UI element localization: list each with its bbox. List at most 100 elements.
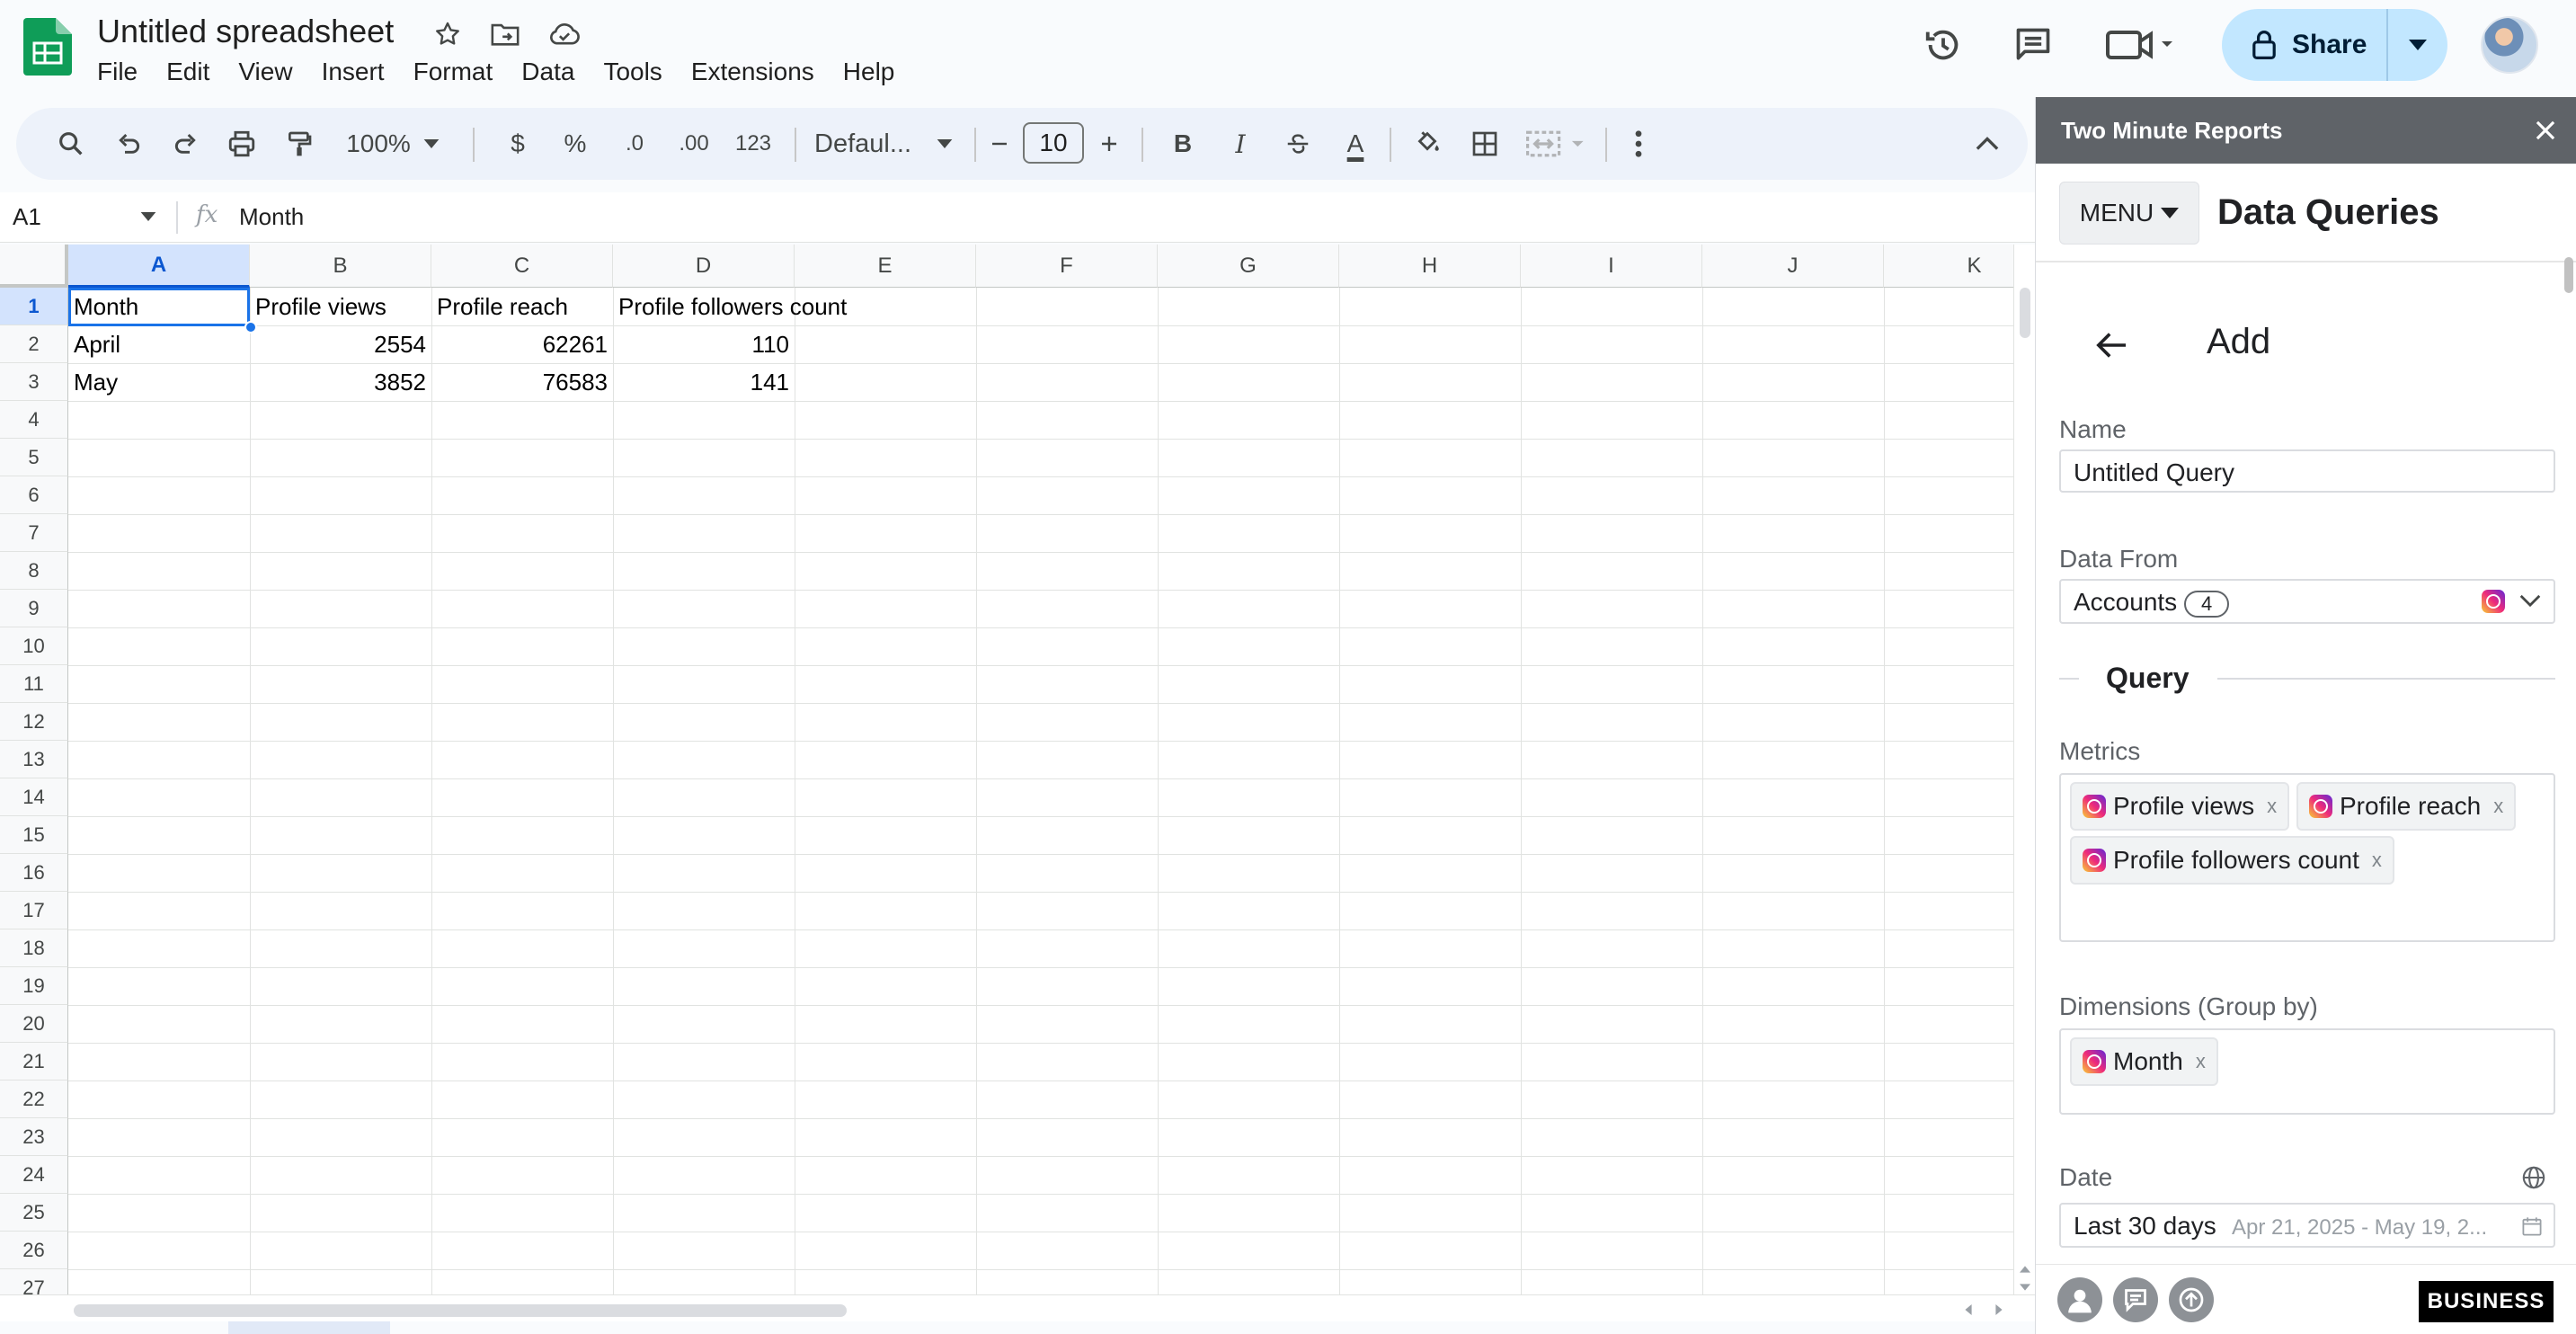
metric-chip[interactable]: Profile reach x <box>2296 782 2517 831</box>
menu-insert[interactable]: Insert <box>307 54 399 90</box>
name-box[interactable]: A1 <box>13 203 41 231</box>
row-header-15[interactable]: 15 <box>0 816 68 854</box>
formula-input[interactable]: Month <box>239 203 304 231</box>
menu-file[interactable]: File <box>83 54 152 90</box>
row-header-17[interactable]: 17 <box>0 892 68 929</box>
row-header-25[interactable]: 25 <box>0 1194 68 1232</box>
chip-remove-button[interactable]: x <box>2196 1050 2206 1073</box>
history-icon[interactable] <box>1916 18 1970 72</box>
horizontal-scrollbar[interactable] <box>0 1294 2035 1321</box>
chip-remove-button[interactable]: x <box>2493 795 2503 818</box>
menu-view[interactable]: View <box>224 54 306 90</box>
sheet-tab[interactable] <box>228 1321 390 1334</box>
row-header-24[interactable]: 24 <box>0 1156 68 1194</box>
close-icon[interactable] <box>2530 115 2561 146</box>
row-header-11[interactable]: 11 <box>0 665 68 703</box>
vertical-scroll-thumb[interactable] <box>2020 288 2030 338</box>
row-header-12[interactable]: 12 <box>0 703 68 741</box>
row-header-14[interactable]: 14 <box>0 778 68 816</box>
cell-d1[interactable]: Profile followers count <box>613 288 976 325</box>
cell-c3[interactable]: 76583 <box>431 363 613 401</box>
meet-icon[interactable] <box>2101 18 2182 72</box>
column-header-c[interactable]: C <box>431 245 613 288</box>
row-header-1[interactable]: 1 <box>0 288 68 325</box>
menu-edit[interactable]: Edit <box>152 54 224 90</box>
user-avatar[interactable] <box>2481 16 2538 74</box>
dimension-chip[interactable]: Month x <box>2070 1037 2218 1086</box>
account-icon[interactable] <box>2057 1277 2102 1322</box>
menu-format[interactable]: Format <box>399 54 508 90</box>
column-header-e[interactable]: E <box>795 245 976 288</box>
scroll-down-icon[interactable] <box>2020 1284 2030 1291</box>
spreadsheet-grid[interactable]: ABCDEFGHIJK 1 2 3 4 5 6 7 8 9 10 11 12 13 14 15 16 17 18 1… <box>0 245 2013 1305</box>
font-size-input[interactable]: 10 <box>1023 122 1084 164</box>
data-from-select[interactable]: Accounts 4 <box>2059 579 2555 624</box>
chip-remove-button[interactable]: x <box>2372 849 2382 872</box>
cell-d2[interactable]: 110 <box>613 325 795 363</box>
chip-remove-button[interactable]: x <box>2267 795 2277 818</box>
metric-chip[interactable]: Profile followers count x <box>2070 836 2394 885</box>
row-header-5[interactable]: 5 <box>0 439 68 476</box>
redo-icon[interactable] <box>164 108 209 180</box>
row-header-2[interactable]: 2 <box>0 325 68 363</box>
upgrade-icon[interactable] <box>2169 1277 2214 1322</box>
row-header-8[interactable]: 8 <box>0 552 68 590</box>
collapse-icon[interactable] <box>1965 108 2010 180</box>
back-arrow-icon[interactable] <box>2095 331 2127 360</box>
column-header-k[interactable]: K <box>1884 245 2013 288</box>
italic-button[interactable]: I <box>1215 108 1266 180</box>
column-header-h[interactable]: H <box>1339 245 1521 288</box>
increase-font-size-icon[interactable] <box>1091 108 1127 180</box>
menu-help[interactable]: Help <box>829 54 910 90</box>
percent-format-button[interactable]: % <box>550 108 600 180</box>
menu-tools[interactable]: Tools <box>589 54 676 90</box>
row-header-21[interactable]: 21 <box>0 1043 68 1081</box>
column-header-b[interactable]: B <box>250 245 431 288</box>
row-header-26[interactable]: 26 <box>0 1232 68 1269</box>
cell-b2[interactable]: 2554 <box>250 325 431 363</box>
row-header-6[interactable]: 6 <box>0 476 68 514</box>
cell-b1[interactable]: Profile views <box>250 288 431 325</box>
document-title[interactable]: Untitled spreadsheet <box>97 13 394 50</box>
font-family-select[interactable]: Defaul... <box>798 108 969 180</box>
zoom-select[interactable]: 100% <box>334 108 451 180</box>
undo-icon[interactable] <box>106 108 151 180</box>
fill-handle[interactable] <box>244 321 257 334</box>
fill-color-icon[interactable] <box>1400 108 1454 180</box>
share-dropdown-button[interactable] <box>2386 9 2447 81</box>
scroll-left-icon[interactable] <box>1965 1304 1972 1315</box>
row-header-18[interactable]: 18 <box>0 929 68 967</box>
strikethrough-icon[interactable] <box>1273 108 1323 180</box>
currency-format-button[interactable]: $ <box>493 108 543 180</box>
select-all-corner[interactable] <box>0 245 68 288</box>
vertical-scrollbar[interactable] <box>2013 245 2035 1305</box>
row-header-7[interactable]: 7 <box>0 514 68 552</box>
merge-icon[interactable] <box>1517 108 1598 180</box>
column-header-f[interactable]: F <box>976 245 1158 288</box>
column-header-i[interactable]: I <box>1521 245 1702 288</box>
cell-a3[interactable]: May <box>68 363 250 401</box>
decrease-font-size-icon[interactable] <box>982 108 1017 180</box>
column-header-j[interactable]: J <box>1702 245 1884 288</box>
row-header-4[interactable]: 4 <box>0 401 68 439</box>
comments-icon[interactable] <box>2006 18 2060 72</box>
row-header-23[interactable]: 23 <box>0 1118 68 1156</box>
search-icon[interactable] <box>49 108 93 180</box>
row-header-19[interactable]: 19 <box>0 967 68 1005</box>
scroll-up-icon[interactable] <box>2020 1266 2030 1273</box>
date-range-input[interactable]: Last 30 days Apr 21, 2025 - May 19, 2... <box>2059 1203 2555 1248</box>
column-header-a[interactable]: A <box>68 245 250 288</box>
globe-icon[interactable] <box>2521 1165 2546 1190</box>
borders-icon[interactable] <box>1458 108 1512 180</box>
cell-b3[interactable]: 3852 <box>250 363 431 401</box>
calendar-icon[interactable] <box>2521 1215 2543 1237</box>
row-header-9[interactable]: 9 <box>0 590 68 627</box>
column-header-g[interactable]: G <box>1158 245 1339 288</box>
increase-decimal-button[interactable]: .00 <box>665 108 723 180</box>
move-folder-icon[interactable] <box>487 16 523 52</box>
text-color-button[interactable]: A <box>1330 108 1381 180</box>
more-vert-icon[interactable] <box>1616 108 1661 180</box>
row-header-13[interactable]: 13 <box>0 741 68 778</box>
dimensions-input[interactable]: Month x <box>2059 1028 2555 1115</box>
panel-scrollbar[interactable] <box>2564 257 2573 293</box>
